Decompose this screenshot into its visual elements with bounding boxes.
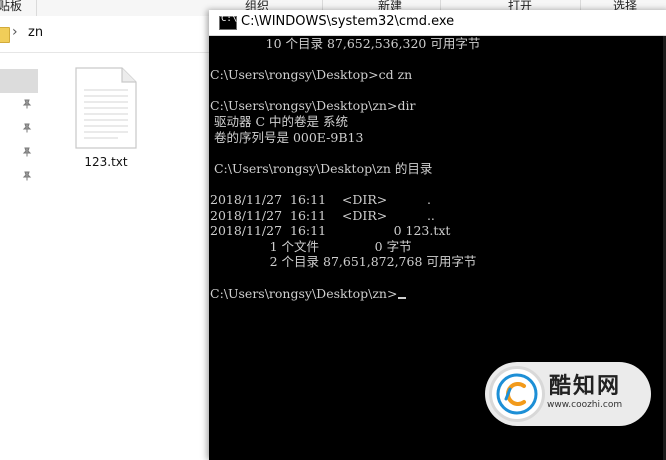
cmd-window-title: C:\WINDOWS\system32\cmd.exe bbox=[241, 14, 455, 29]
pin-icon bbox=[22, 171, 32, 181]
nav-item[interactable] bbox=[0, 93, 38, 117]
console-line: 2018/11/27 16:11 <DIR> . bbox=[210, 191, 431, 207]
watermark-logo bbox=[489, 366, 545, 422]
text-file-icon bbox=[75, 67, 137, 149]
watermark-url: www.coozhi.com bbox=[547, 400, 623, 410]
console-line: C:\Users\rongsy\Desktop>cd zn bbox=[210, 67, 413, 83]
navigation-pane bbox=[0, 53, 38, 452]
console-line: 2018/11/27 16:11 0 123.txt bbox=[210, 223, 451, 239]
ribbon-divider bbox=[36, 0, 37, 16]
cmd-titlebar[interactable]: C:\ C:\WINDOWS\system32\cmd.exe bbox=[209, 10, 666, 36]
console-prompt: C:\Users\rongsy\Desktop\zn> bbox=[210, 285, 398, 301]
brand-logo-icon bbox=[496, 373, 538, 415]
nav-item[interactable] bbox=[0, 165, 38, 189]
console-line: 10 个目录 87,652,536,320 可用字节 bbox=[210, 36, 481, 51]
console-line: 1 个文件 0 字节 bbox=[210, 238, 412, 254]
folder-icon bbox=[0, 27, 10, 43]
nav-item[interactable] bbox=[0, 69, 38, 93]
file-name-label[interactable]: 123.txt bbox=[72, 155, 140, 169]
pin-icon bbox=[22, 99, 32, 109]
watermark-badge: 酷知网 www.coozhi.com bbox=[485, 362, 651, 426]
nav-item[interactable] bbox=[0, 117, 38, 141]
pin-icon bbox=[22, 123, 32, 133]
console-line: 驱动器 C 中的卷是 系统 bbox=[210, 113, 348, 129]
cmd-prompt-glyph: C:\ bbox=[221, 14, 238, 24]
nav-item[interactable] bbox=[0, 141, 38, 165]
text-cursor bbox=[398, 296, 407, 299]
watermark-brand: 酷知网 bbox=[549, 374, 622, 399]
console-line: 卷的序列号是 000E-9B13 bbox=[210, 129, 364, 145]
chevron-right-icon[interactable]: › bbox=[12, 24, 18, 40]
text-file-item[interactable] bbox=[72, 66, 140, 150]
console-prompt-line[interactable]: C:\Users\rongsy\Desktop\zn> bbox=[210, 286, 666, 302]
console-line: C:\Users\rongsy\Desktop\zn>dir bbox=[210, 98, 416, 114]
pin-icon bbox=[22, 147, 32, 157]
cmd-app-icon[interactable]: C:\ bbox=[219, 14, 238, 30]
console-line: 2 个目录 87,651,872,768 可用字节 bbox=[210, 254, 477, 270]
console-line: C:\Users\rongsy\Desktop\zn 的目录 bbox=[210, 160, 433, 176]
console-line: 2018/11/27 16:11 <DIR> .. bbox=[210, 207, 435, 223]
ribbon-group-clipboard[interactable]: 贴板 bbox=[0, 0, 22, 14]
address-path[interactable]: zn bbox=[28, 25, 43, 40]
